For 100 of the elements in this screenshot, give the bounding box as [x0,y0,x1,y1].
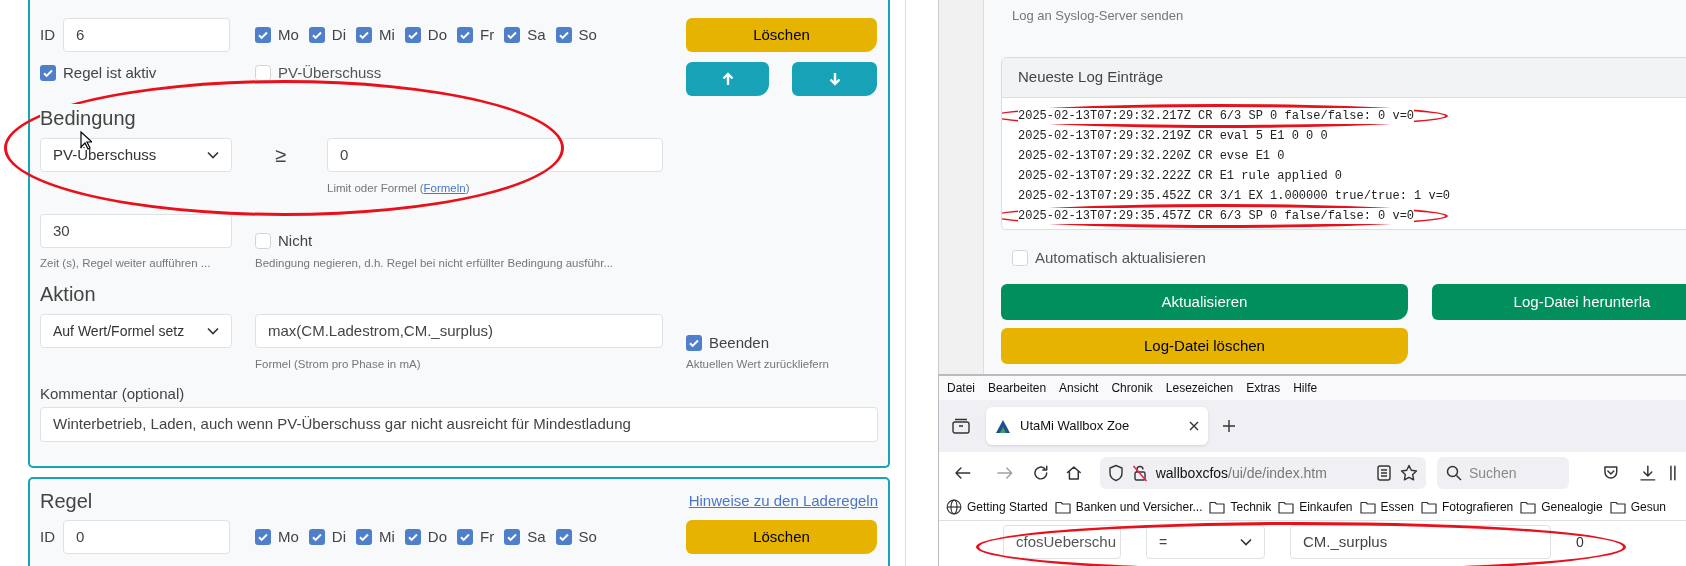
menu-item[interactable]: Ansicht [1059,379,1099,397]
hint-text: Log an Syslog-Server senden [1012,7,1185,24]
checkbox[interactable] [308,27,325,43]
bookmark-link[interactable]: Einkaufen [1299,498,1353,516]
chevron-down-icon [207,151,219,159]
checkbox-label: Mo [278,24,299,45]
checkbox[interactable] [457,529,474,545]
limit-field[interactable]: 0 [327,138,663,172]
menu-item[interactable]: Lesezeichen [1165,379,1234,397]
tab-title: UtaMi Wallbox Zoe [1020,417,1131,436]
checkbox[interactable] [1012,250,1028,267]
select-field[interactable]: = [1146,525,1265,559]
checkbox-label: Sa [527,526,546,547]
formula-field[interactable]: CM._surplus [1290,525,1551,559]
id-label: ID [40,526,56,547]
checkbox[interactable] [404,529,421,545]
download-icon[interactable] [1638,464,1657,482]
new-tab-icon[interactable] [1222,419,1236,433]
menu-item[interactable]: Chronik [1111,379,1153,397]
folder-icon [1278,500,1295,514]
checkbox[interactable] [356,27,372,43]
checkbox[interactable] [504,529,521,545]
menu-item[interactable]: Extras [1246,379,1281,397]
bookmark-link[interactable]: Technik [1230,498,1272,516]
checkbox[interactable] [555,529,572,545]
checkbox[interactable] [255,529,271,545]
select-field[interactable]: Auf Wert/Formel setz [40,314,232,348]
id-label: ID [40,24,56,45]
bookmark-link[interactable]: Genealogie [1541,498,1603,516]
checkbox[interactable] [555,27,572,43]
pocket-icon[interactable] [1601,464,1620,482]
close-icon[interactable] [1188,420,1200,432]
hint-text: Zeit (s), Regel weiter aufführen ... [40,256,212,271]
checkbox[interactable] [457,27,474,43]
reader-view-icon[interactable] [1375,464,1392,482]
arrow-down-icon [828,72,841,86]
section-heading: Bedingung [40,104,136,132]
checkbox[interactable] [356,529,372,545]
folder-icon [1359,500,1376,514]
action-button[interactable]: Log-Datei löschen [1001,328,1408,364]
checkbox[interactable] [255,27,271,43]
id-field[interactable]: 6 [63,18,230,52]
checkbox[interactable] [404,27,421,43]
arrow-up-icon [721,72,734,86]
chevron-down-icon [207,327,219,335]
comment-field[interactable]: Winterbetrieb, Laden, auch wenn PV-Überschuss gar nicht ausreicht für Mindestladung [40,407,878,442]
shield-icon [1107,464,1124,482]
select-field[interactable]: PV-Überschuss [40,138,232,172]
checkbox-label: So [578,24,597,45]
name-field[interactable]: cfosUeberschu [1003,525,1121,559]
formulas-link[interactable]: Formeln [423,182,466,194]
bookmark-link[interactable]: Getting Started [967,498,1048,516]
tab-list-icon[interactable] [952,418,970,434]
action-button[interactable]: Aktualisieren [1001,284,1408,320]
search-field[interactable]: Suchen [1436,457,1569,489]
checkbox[interactable] [40,65,56,81]
bookmark-link[interactable]: Gesun [1630,498,1666,516]
checkbox-label: Nicht [278,231,313,251]
delete-button[interactable]: Löschen [686,520,877,554]
checkbox-label: Beenden [709,333,770,353]
hint-text: Aktuellen Wert zurückliefern [686,357,830,372]
folder-icon [1054,500,1071,514]
action-button[interactable]: Log-Datei herunterla [1432,284,1686,320]
delete-button[interactable]: Löschen [686,18,877,52]
search-icon [1445,465,1462,481]
address-bar[interactable]: wallboxcfos/ui/de/index.htm [1099,457,1426,489]
browser-tab[interactable]: UtaMi Wallbox Zoe [986,407,1208,445]
checkbox-label: So [578,526,597,547]
checkbox[interactable] [255,65,271,81]
section-heading: Regel [40,489,93,514]
menu-item[interactable]: Hilfe [1293,379,1318,397]
checkbox-label: Di [331,24,346,45]
menu-item[interactable]: Bearbeiten [988,379,1047,397]
duration-field[interactable]: 30 [40,214,232,248]
checkbox[interactable] [308,529,325,545]
value-text: 0 [1576,532,1584,552]
bookmark-link[interactable]: Essen [1380,498,1414,516]
url-text: wallboxcfos/ui/de/index.htm [1155,463,1328,483]
formula-field[interactable]: max(CM.Ladestrom,CM._surplus) [255,314,663,348]
move-down-button[interactable] [792,62,877,96]
back-arrow-icon[interactable] [954,464,972,482]
home-icon[interactable] [1065,464,1083,482]
folder-icon [1209,500,1226,514]
bookmark-link[interactable]: Banken und Versicher... [1075,498,1203,516]
help-link[interactable]: Hinweise zu den Laderegeln [688,489,878,513]
checkbox-label: Fr [480,526,495,547]
reload-icon[interactable] [1032,464,1050,482]
checkbox-label: Mi [379,526,395,547]
folder-icon [1520,500,1537,514]
checkbox-label: Regel ist aktiv [63,62,157,83]
checkbox[interactable] [504,27,521,43]
checkbox[interactable] [686,335,702,352]
id-field[interactable]: 0 [63,520,230,554]
bookmark-link[interactable]: Fotografieren [1441,498,1514,516]
star-icon[interactable] [1399,464,1418,482]
checkbox[interactable] [255,233,271,250]
chevron-down-icon [1240,538,1252,546]
card-header: Neueste Log Einträge [1002,58,1686,98]
menu-item[interactable]: Datei [947,379,975,397]
move-up-button[interactable] [686,62,769,96]
